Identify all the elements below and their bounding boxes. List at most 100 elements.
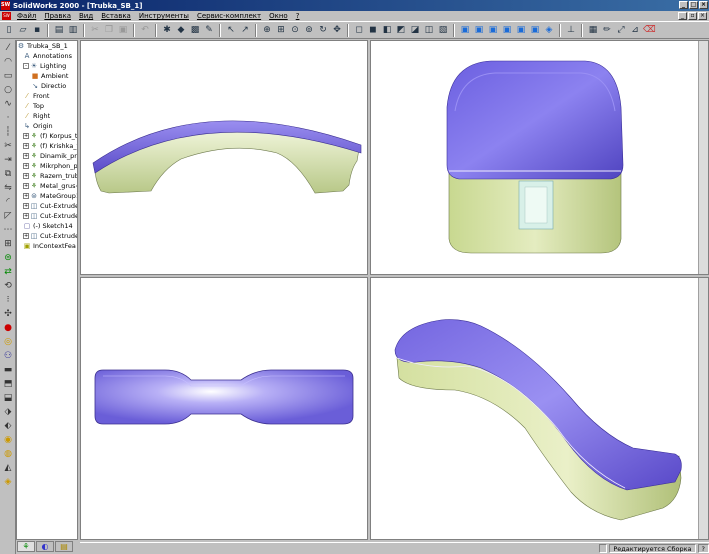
grid-icon[interactable]: ▦ — [587, 24, 599, 36]
sketch-arc-icon[interactable]: ◠ — [2, 56, 14, 68]
extrude-icon[interactable]: ⬒ — [2, 378, 14, 390]
doc-restore-button[interactable]: ▫ — [688, 12, 697, 20]
tree-expander-icon[interactable]: - — [23, 63, 29, 69]
tree-expander-icon[interactable]: + — [23, 163, 29, 169]
sketch-pen-icon[interactable]: ✏ — [601, 24, 613, 36]
sketch-rect-icon[interactable]: ▭ — [2, 70, 14, 82]
sketch-spline-icon[interactable]: ∿ — [2, 98, 14, 110]
fillet-sketch-icon[interactable]: ◜ — [2, 196, 14, 208]
copy-icon[interactable]: ❐ — [103, 24, 115, 36]
smart-fastener-icon[interactable]: ⁝ — [2, 294, 14, 306]
menu-edit[interactable]: Правка — [40, 12, 75, 20]
trim-icon[interactable]: ✂ — [2, 140, 14, 152]
tree-item[interactable]: ⁄ Right — [17, 111, 77, 121]
tree-item[interactable]: ⚙ Trubka_SB_1 — [17, 41, 77, 51]
menu-window[interactable]: Окно — [265, 12, 292, 20]
tree-item[interactable]: +◫Cut-Extrude6 — [17, 231, 77, 241]
centerline-icon[interactable]: ┆ — [2, 126, 14, 138]
menu-tools[interactable]: Инструменты — [135, 12, 193, 20]
viewport-right[interactable] — [370, 40, 709, 275]
isometric-view-icon[interactable]: ◈ — [543, 24, 555, 36]
viewport-front[interactable] — [80, 40, 368, 275]
offset-icon[interactable]: ⧉ — [2, 168, 14, 180]
zoom-selection-icon[interactable]: ⊚ — [303, 24, 315, 36]
loft-icon[interactable]: ⬖ — [2, 420, 14, 432]
mirror-icon[interactable]: ⇋ — [2, 182, 14, 194]
tree-item[interactable]: +⚘(f) Korpus_tru — [17, 131, 77, 141]
menu-insert[interactable]: Вставка — [97, 12, 135, 20]
hole-icon[interactable]: ◉ — [2, 434, 14, 446]
sketch-circle-icon[interactable]: ○ — [2, 84, 14, 96]
tree-expander-icon[interactable]: + — [23, 143, 29, 149]
paste-icon[interactable]: ▣ — [117, 24, 129, 36]
print-icon[interactable]: ▤ — [53, 24, 65, 36]
zoom-fit-icon[interactable]: ⊕ — [261, 24, 273, 36]
section-view-icon[interactable]: ◫ — [423, 24, 435, 36]
menu-file[interactable]: Файл — [13, 12, 40, 20]
configuration-manager-tab[interactable]: ▤ — [55, 541, 73, 552]
tree-expander-icon[interactable]: + — [23, 173, 29, 179]
select-icon[interactable]: ↖ — [225, 24, 237, 36]
menu-view[interactable]: Вид — [75, 12, 97, 20]
hidden-grey-icon[interactable]: ◼ — [367, 24, 379, 36]
display-icon[interactable]: ▬ — [2, 364, 14, 376]
chamfer-icon[interactable]: ◸ — [2, 210, 14, 222]
tree-item[interactable]: + ⚘ (f) Krishka_tr — [17, 141, 77, 151]
minimize-button[interactable]: _ — [679, 1, 688, 9]
tree-item[interactable]: +⚘Metal_grus<1 — [17, 181, 77, 191]
wireframe-icon[interactable]: ◻ — [353, 24, 365, 36]
menu-service[interactable]: Сервис-комплект — [193, 12, 265, 20]
assembly-features-icon[interactable]: ⚇ — [2, 350, 14, 362]
perspective-icon[interactable]: ◪ — [409, 24, 421, 36]
shadow-icon[interactable]: ▧ — [437, 24, 449, 36]
open-icon[interactable]: ▱ — [17, 24, 29, 36]
cut-icon[interactable]: ✂ — [89, 24, 101, 36]
tree-item[interactable]: ↳ Origin — [17, 121, 77, 131]
hide-show-icon[interactable]: ◎ — [2, 336, 14, 348]
sketch-point-icon[interactable]: · — [2, 112, 14, 124]
tree-expander-icon[interactable]: + — [23, 213, 29, 219]
tree-item[interactable]: ↘ Directio — [17, 81, 77, 91]
sketch-icon[interactable]: ↗ — [239, 24, 251, 36]
right-view-icon[interactable]: ▣ — [501, 24, 513, 36]
hidden-removed-icon[interactable]: ◧ — [381, 24, 393, 36]
stop-icon[interactable]: ● — [2, 322, 14, 334]
left-view-icon[interactable]: ▣ — [487, 24, 499, 36]
tree-item[interactable]: + ⊜ MateGroup1 — [17, 191, 77, 201]
draft-icon[interactable]: ◭ — [2, 462, 14, 474]
tree-expander-icon[interactable]: + — [23, 233, 29, 239]
tree-item[interactable]: ■ Ambient — [17, 71, 77, 81]
linear-pattern-icon[interactable]: ⋯ — [2, 224, 14, 236]
new-icon[interactable]: ▯ — [3, 24, 15, 36]
doc-minimize-button[interactable]: _ — [678, 12, 687, 20]
tree-item[interactable]: +◫Cut-Extrude4 — [17, 201, 77, 211]
relation-icon[interactable]: ⊿ — [629, 24, 641, 36]
tree-expander-icon[interactable]: + — [23, 193, 29, 199]
tree-item[interactable]: A Annotations — [17, 51, 77, 61]
pan-icon[interactable]: ✥ — [331, 24, 343, 36]
viewport-isometric[interactable] — [370, 277, 709, 540]
tree-expander-icon[interactable]: + — [23, 183, 29, 189]
tree-item[interactable]: ⁄ Top — [17, 101, 77, 111]
tree-expander-icon[interactable]: + — [23, 153, 29, 159]
sweep-icon[interactable]: ⬗ — [2, 406, 14, 418]
rib-icon[interactable]: ◈ — [2, 476, 14, 488]
tree-item[interactable]: ▣ InContextFea — [17, 241, 77, 251]
edit-part-icon[interactable]: ✎ — [203, 24, 215, 36]
exploded-view-icon[interactable]: ✣ — [2, 308, 14, 320]
save-icon[interactable]: ▪ — [31, 24, 43, 36]
mate-icon[interactable]: ⊜ — [2, 252, 14, 264]
menu-help[interactable]: ? — [292, 12, 304, 20]
rebuild-icon[interactable]: ✱ — [161, 24, 173, 36]
shaded-icon[interactable]: ◩ — [395, 24, 407, 36]
smart-dimension-icon[interactable]: ⤢ — [615, 24, 627, 36]
rotate-icon[interactable]: ↻ — [317, 24, 329, 36]
shell-icon[interactable]: ◍ — [2, 448, 14, 460]
tree-item[interactable]: ⁄ Front — [17, 91, 77, 101]
undo-icon[interactable]: ↶ — [139, 24, 151, 36]
top-view-icon[interactable]: ▣ — [515, 24, 527, 36]
tree-item[interactable]: +◫Cut-Extrude5 — [17, 211, 77, 221]
bottom-view-icon[interactable]: ▣ — [529, 24, 541, 36]
move-component-icon[interactable]: ⇄ — [2, 266, 14, 278]
property-manager-tab[interactable]: ◐ — [36, 541, 54, 552]
